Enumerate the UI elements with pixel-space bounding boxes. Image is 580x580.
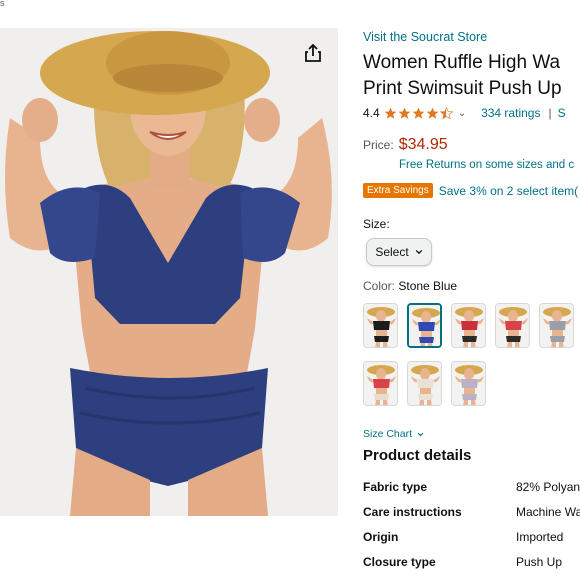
star-full-icon <box>384 107 397 119</box>
color-swatches <box>363 303 580 411</box>
detail-value: Machine Wa <box>516 505 580 519</box>
product-info-column: Visit the Soucrat Store Women Ruffle Hig… <box>363 0 580 580</box>
size-label: Size: <box>363 217 390 231</box>
detail-row: Fabric type 82% Polyan <box>363 480 580 505</box>
chevron-down-icon <box>415 249 422 255</box>
rating-trailing-link[interactable]: S <box>558 106 566 120</box>
detail-value: 82% Polyan <box>516 480 580 494</box>
swatch-thumbnail <box>364 362 397 405</box>
savings-row: Extra Savings Save 3% on 2 select item( <box>363 183 578 198</box>
detail-row: Closure type Push Up <box>363 555 580 580</box>
color-swatch[interactable] <box>363 361 398 406</box>
detail-key: Care instructions <box>363 505 462 519</box>
star-full-icon <box>398 107 411 119</box>
chevron-down-icon <box>417 432 424 436</box>
star-half-icon <box>439 106 453 119</box>
detail-key: Origin <box>363 530 399 544</box>
detail-key: Fabric type <box>363 480 428 494</box>
star-rating[interactable] <box>384 106 453 120</box>
product-details-table: Fabric type 82% Polyan Care instructions… <box>363 480 580 580</box>
size-chart-link[interactable]: Size Chart <box>363 428 424 440</box>
color-value: Stone Blue <box>398 279 458 293</box>
color-swatch[interactable] <box>407 361 442 406</box>
price-label: Price: <box>363 138 394 152</box>
color-row: Color: Stone Blue <box>363 279 457 293</box>
color-swatch[interactable] <box>407 303 442 348</box>
detail-row: Origin Imported <box>363 530 580 555</box>
free-returns-link[interactable]: Free Returns on some sizes and c <box>399 159 574 171</box>
star-full-icon <box>412 107 425 119</box>
rating-value: 4.4 <box>363 106 380 120</box>
chevron-down-icon[interactable]: ⌄ <box>458 108 466 119</box>
swatch-thumbnail <box>409 305 440 346</box>
rating-separator: | <box>548 106 552 120</box>
ratings-count-link[interactable]: 334 ratings <box>481 106 540 120</box>
visit-store-link[interactable]: Visit the Soucrat Store <box>363 30 487 44</box>
swatch-thumbnail <box>540 304 573 347</box>
product-details-heading: Product details <box>363 447 472 464</box>
detail-row: Care instructions Machine Wa <box>363 505 580 530</box>
price-value: $34.95 <box>398 136 448 153</box>
price-row: Price: $34.95 <box>363 136 448 154</box>
size-chart-label: Size Chart <box>363 428 413 440</box>
size-select-text: Select <box>375 245 409 259</box>
swatch-thumbnail <box>408 362 441 405</box>
product-title: Women Ruffle High Wa Print Swimsuit Push… <box>363 52 562 99</box>
product-photo-illustration <box>0 28 338 516</box>
detail-key: Closure type <box>363 555 436 569</box>
color-swatch[interactable] <box>363 303 398 348</box>
savings-offer-link[interactable]: Save 3% on 2 select item( <box>439 184 578 198</box>
share-icon-button[interactable] <box>302 42 324 64</box>
swatch-thumbnail <box>496 304 529 347</box>
detail-value: Push Up <box>516 555 563 569</box>
size-select-dropdown[interactable]: Select <box>366 238 432 266</box>
color-swatch[interactable] <box>495 303 530 348</box>
color-swatch[interactable] <box>539 303 574 348</box>
color-swatch[interactable] <box>451 303 486 348</box>
product-image[interactable] <box>0 28 338 516</box>
swatch-thumbnail <box>452 362 485 405</box>
share-icon <box>305 44 321 62</box>
detail-value: Imported <box>516 530 564 544</box>
color-swatch[interactable] <box>451 361 486 406</box>
swatch-thumbnail <box>452 304 485 347</box>
corner-text-fragment: s <box>0 0 5 8</box>
extra-savings-badge: Extra Savings <box>363 183 433 198</box>
rating-row: 4.4 ⌄ 334 ratings | S <box>363 105 566 121</box>
star-full-icon <box>426 107 439 119</box>
swatch-thumbnail <box>364 304 397 347</box>
color-label: Color: <box>363 279 396 293</box>
